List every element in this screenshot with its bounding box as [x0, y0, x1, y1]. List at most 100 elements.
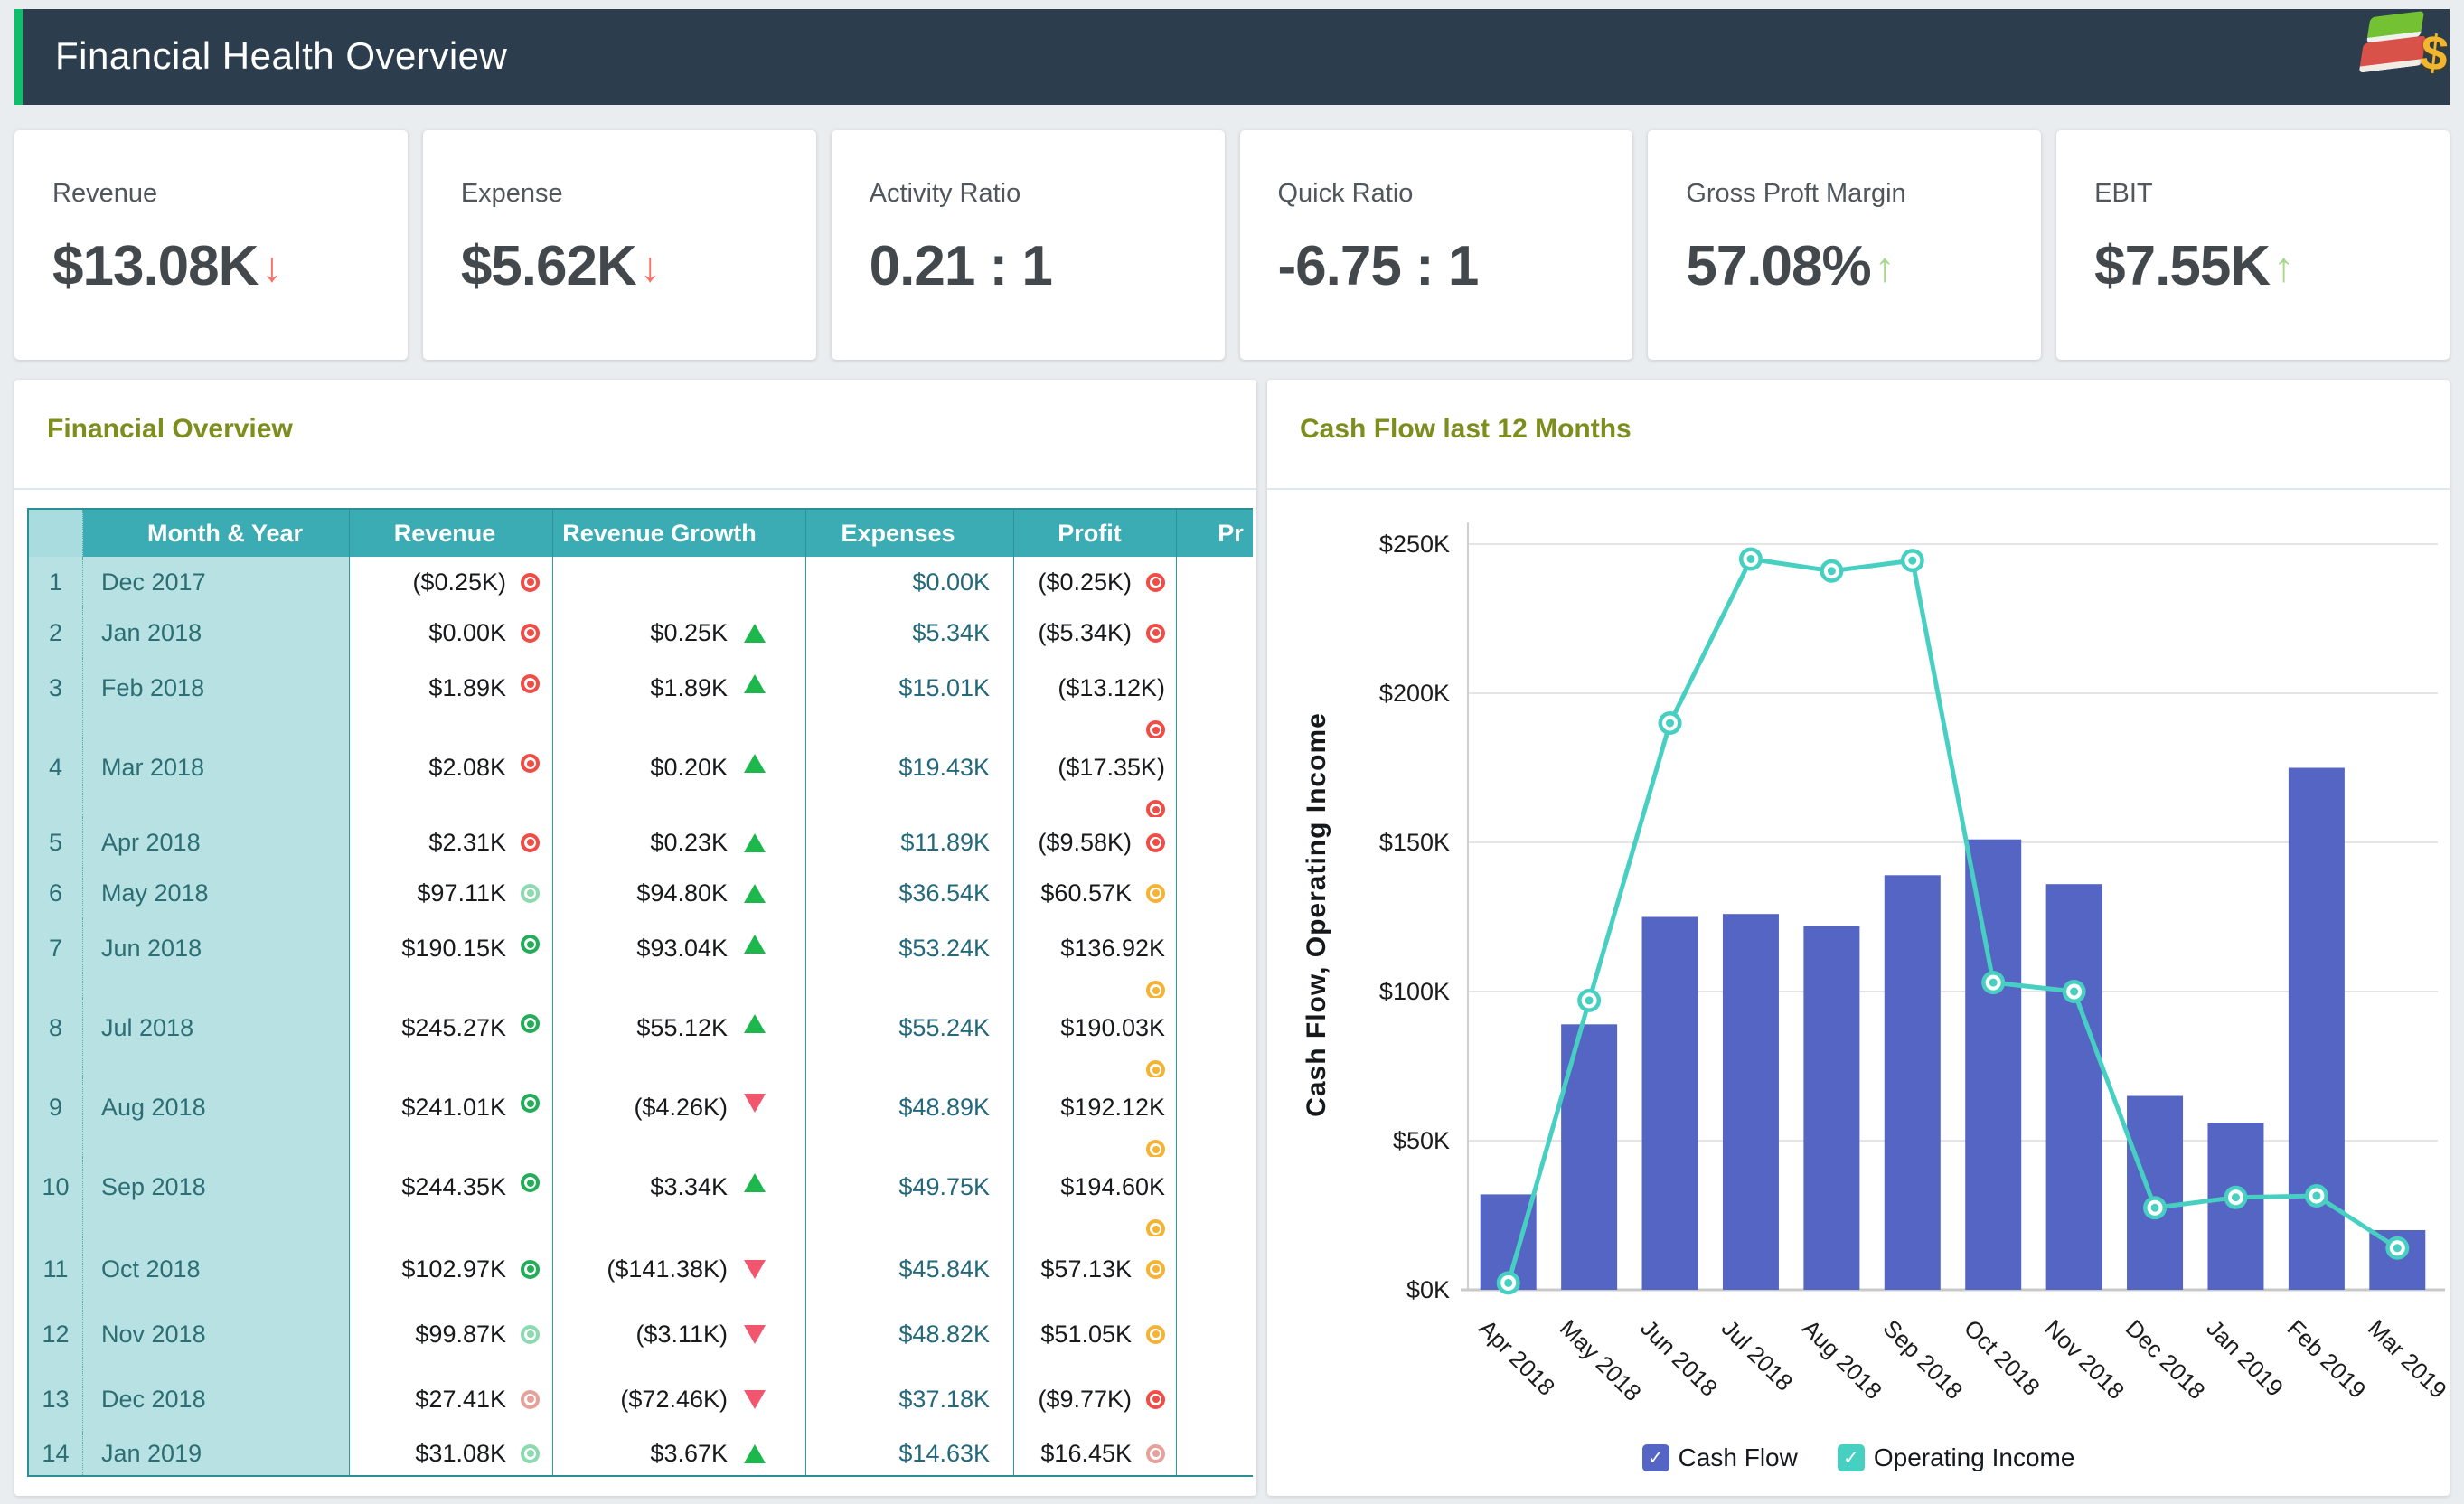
table-row-jul-2018[interactable]: 8 Jul 2018 $245.27K $55.12K $55.24K $190.03K: [29, 998, 1253, 1077]
line-marker-sep-2018[interactable]: [1900, 549, 1924, 573]
growth-up-triangle-icon: [744, 754, 766, 773]
kpi-card-ebit[interactable]: EBIT $7.55K ↑: [2056, 130, 2450, 360]
table-row-feb-2018[interactable]: 3 Feb 2018 $1.89K $1.89K $15.01K ($13.12K): [29, 658, 1253, 738]
legend-item-operating-income[interactable]: ✓ Operating Income: [1837, 1443, 2074, 1472]
status-dot-pale-green-icon: [521, 883, 540, 903]
status-dot-pale-green-icon: [521, 1443, 540, 1463]
status-dot-green-icon: [521, 1173, 540, 1192]
extra-column-cell: [1177, 1236, 1253, 1302]
growth-up-triangle-icon: [744, 935, 766, 954]
growth-up-triangle-icon: [744, 674, 766, 693]
cashflow-panel: Cash Flow last 12 Months $0K $50K $100K $15…: [1267, 380, 2450, 1496]
growth-value: ($4.26K): [634, 1094, 728, 1121]
row-number: 14: [29, 1432, 83, 1475]
column-header-pr[interactable]: Pr: [1177, 510, 1253, 557]
profit-cell: $192.12K: [1014, 1077, 1177, 1157]
revenue-growth-cell: $3.67K: [553, 1432, 806, 1475]
kpi-label: Quick Ratio: [1277, 179, 1414, 208]
revenue-value: ($0.25K): [412, 568, 506, 596]
revenue-value: $241.01K: [401, 1094, 506, 1121]
kpi-card-expense[interactable]: Expense $5.62K ↓: [422, 130, 816, 360]
table-row-mar-2018[interactable]: 4 Mar 2018 $2.08K $0.20K $19.43K ($17.35K): [29, 738, 1253, 817]
line-marker-mar-2019[interactable]: [2385, 1236, 2410, 1260]
legend-checkbox-icon[interactable]: ✓: [1837, 1444, 1865, 1471]
status-dot-yellow-icon: [1146, 1060, 1165, 1077]
row-number-header: [29, 510, 83, 557]
revenue-value: $31.08K: [415, 1439, 506, 1467]
status-dot-red-icon: [1146, 720, 1165, 738]
revenue-value: $190.15K: [401, 935, 506, 962]
kpi-card-activity-ratio[interactable]: Activity Ratio 0.21 : 1: [831, 130, 1225, 360]
bar-sep-2018[interactable]: [1884, 875, 1941, 1290]
profit-cell: ($17.35K): [1014, 738, 1177, 817]
line-marker-dec-2018[interactable]: [2143, 1196, 2168, 1220]
table-row-dec-2018[interactable]: 13 Dec 2018 $27.41K ($72.46K) $37.18K ($9.77K…: [29, 1367, 1253, 1432]
line-marker-feb-2019[interactable]: [2304, 1184, 2328, 1208]
revenue-cell: $245.27K: [350, 998, 553, 1077]
revenue-value: $97.11K: [417, 879, 506, 907]
line-marker-oct-2018[interactable]: [1981, 971, 2006, 995]
bar-oct-2018[interactable]: [1965, 839, 2022, 1290]
chart-legend: ✓ Cash Flow ✓ Operating Income: [1267, 1443, 2450, 1472]
kpi-label: Gross Proft Margin: [1686, 179, 1906, 208]
line-marker-jul-2018[interactable]: [1738, 547, 1763, 571]
status-dot-green-icon: [521, 935, 540, 954]
line-marker-nov-2018[interactable]: [2062, 980, 2086, 1003]
column-header-month-year[interactable]: Month & Year: [83, 510, 350, 557]
profit-cell: $57.13K: [1014, 1236, 1177, 1302]
column-header-revenue[interactable]: Revenue: [350, 510, 553, 557]
bar-nov-2018[interactable]: [2045, 884, 2102, 1290]
x-tick-label: Aug 2018: [1797, 1314, 1887, 1405]
kpi-value-text: $7.55K: [2094, 235, 2271, 297]
x-tick-label: Sep 2018: [1878, 1314, 1969, 1405]
column-header-expenses[interactable]: Expenses: [806, 510, 1014, 557]
kpi-value-text: -6.75 : 1: [1277, 235, 1480, 297]
bar-feb-2019[interactable]: [2288, 767, 2345, 1291]
column-header-profit[interactable]: Profit: [1014, 510, 1177, 557]
legend-item-cash-flow[interactable]: ✓ Cash Flow: [1641, 1443, 1798, 1472]
row-number: 3: [29, 658, 83, 738]
table-row-dec-2017[interactable]: 1 Dec 2017 ($0.25K) $0.00K ($0.25K): [29, 557, 1253, 607]
kpi-value-text: 0.21 : 1: [869, 235, 1053, 297]
extra-column-cell: [1177, 658, 1253, 738]
line-marker-jun-2018[interactable]: [1658, 711, 1682, 735]
kpi-card-gross-proft-margin[interactable]: Gross Proft Margin 57.08% ↑: [1648, 130, 2042, 360]
line-marker-may-2018[interactable]: [1577, 988, 1602, 1012]
table-row-jan-2018[interactable]: 2 Jan 2018 $0.00K $0.25K $5.34K ($5.34K): [29, 607, 1253, 658]
legend-checkbox-icon[interactable]: ✓: [1641, 1444, 1669, 1471]
app-header: Financial Health Overview: [14, 9, 2450, 105]
y-tick-label: $150K: [1379, 829, 1450, 856]
bar-dec-2018[interactable]: [2127, 1095, 2184, 1291]
table-row-sep-2018[interactable]: 10 Sep 2018 $244.35K $3.34K $49.75K $194.60K: [29, 1157, 1253, 1236]
revenue-cell: $190.15K: [350, 918, 553, 998]
revenue-value: $1.89K: [428, 674, 506, 701]
extra-column-cell: [1177, 1302, 1253, 1367]
kpi-card-quick-ratio[interactable]: Quick Ratio -6.75 : 1: [1239, 130, 1633, 360]
table-row-may-2018[interactable]: 6 May 2018 $97.11K $94.80K $36.54K $60.57K: [29, 868, 1253, 918]
expenses-cell: $48.82K: [806, 1302, 1014, 1367]
bar-jun-2018[interactable]: [1641, 916, 1698, 1291]
revenue-cell: $27.41K: [350, 1367, 553, 1432]
bar-jul-2018[interactable]: [1722, 914, 1779, 1290]
line-marker-aug-2018[interactable]: [1820, 559, 1844, 583]
profit-value: $57.13K: [1040, 1255, 1132, 1283]
table-row-apr-2018[interactable]: 5 Apr 2018 $2.31K $0.23K $11.89K ($9.58K): [29, 817, 1253, 868]
line-marker-jan-2019[interactable]: [2224, 1185, 2248, 1209]
extra-column-cell: [1177, 738, 1253, 817]
table-row-nov-2018[interactable]: 12 Nov 2018 $99.87K ($3.11K) $48.82K $51.05K: [29, 1302, 1253, 1367]
bar-aug-2018[interactable]: [1803, 926, 1860, 1290]
table-row-jan-2019[interactable]: 14 Jan 2019 $31.08K $3.67K $14.63K $16.45K: [29, 1432, 1253, 1475]
line-marker-apr-2018[interactable]: [1496, 1271, 1520, 1295]
y-tick-label: $200K: [1379, 680, 1450, 707]
revenue-growth-cell: $55.12K: [553, 998, 806, 1077]
status-dot-yellow-icon: [1146, 1219, 1165, 1236]
kpi-card-revenue[interactable]: Revenue $13.08K ↓: [14, 130, 408, 360]
table-row-oct-2018[interactable]: 11 Oct 2018 $102.97K ($141.38K) $45.84K $57.1…: [29, 1236, 1253, 1302]
column-header-revenue-growth[interactable]: Revenue Growth: [553, 510, 806, 557]
table-row-aug-2018[interactable]: 9 Aug 2018 $241.01K ($4.26K) $48.89K $192.12K: [29, 1077, 1253, 1157]
status-dot-green-icon: [521, 1259, 540, 1279]
status-dot-green-icon: [521, 1094, 540, 1113]
table-row-jun-2018[interactable]: 7 Jun 2018 $190.15K $93.04K $53.24K $136.92K: [29, 918, 1253, 998]
extra-column-cell: [1177, 1367, 1253, 1432]
revenue-value: $2.08K: [428, 754, 506, 781]
